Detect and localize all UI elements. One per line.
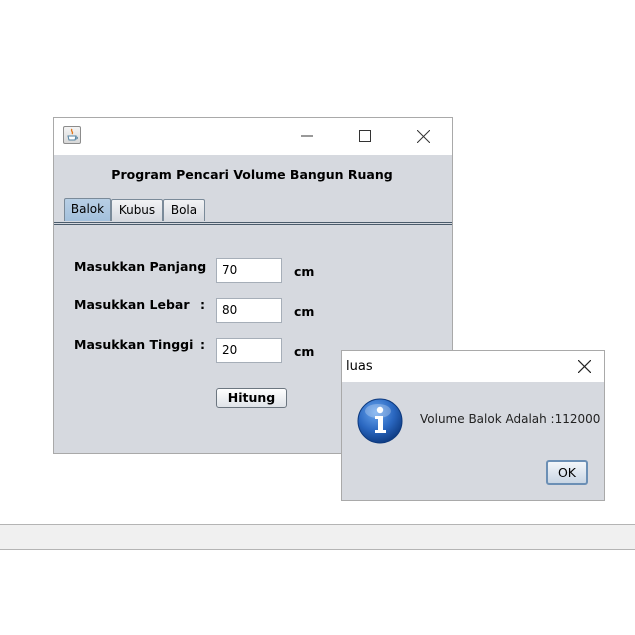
- tinggi-input[interactable]: 20: [216, 338, 282, 363]
- tab-kubus[interactable]: Kubus: [111, 199, 163, 221]
- dialog-close-button[interactable]: [568, 351, 604, 382]
- maximize-icon: [359, 130, 371, 142]
- panjang-input[interactable]: 70: [216, 258, 282, 283]
- tab-bola[interactable]: Bola: [163, 199, 205, 221]
- minimize-icon: [301, 135, 313, 137]
- hitung-button[interactable]: Hitung: [216, 388, 287, 408]
- tab-balok[interactable]: Balok: [64, 198, 111, 221]
- tinggi-label: Masukkan Tinggi: [74, 337, 194, 352]
- info-icon: [356, 397, 404, 445]
- dialog-titlebar[interactable]: luas: [342, 351, 604, 382]
- dialog-message: Volume Balok Adalah :112000: [420, 412, 601, 426]
- lebar-colon: :: [200, 297, 205, 312]
- panjang-colon: :: [198, 259, 203, 274]
- panjang-label: Masukkan Panjang: [74, 259, 207, 274]
- message-dialog: luas Volume Balok Adalah :112000 OK: [341, 350, 605, 501]
- minimize-button[interactable]: [284, 118, 330, 155]
- lebar-label: Masukkan Lebar: [74, 297, 190, 312]
- background-toolbar-strip: [0, 524, 635, 550]
- lebar-unit: cm: [294, 304, 315, 319]
- tab-separator: [54, 222, 452, 225]
- ok-button[interactable]: OK: [546, 460, 588, 485]
- lebar-input[interactable]: 80: [216, 298, 282, 323]
- app-title: Program Pencari Volume Bangun Ruang: [111, 167, 393, 182]
- maximize-button[interactable]: [342, 118, 388, 155]
- tinggi-colon: :: [200, 337, 205, 352]
- close-icon: [417, 130, 430, 143]
- panjang-unit: cm: [294, 264, 315, 279]
- dialog-title: luas: [346, 359, 373, 374]
- java-icon: [63, 126, 81, 144]
- close-button[interactable]: [400, 118, 446, 155]
- close-icon: [578, 360, 591, 373]
- window-titlebar[interactable]: [54, 118, 452, 155]
- tinggi-unit: cm: [294, 344, 315, 359]
